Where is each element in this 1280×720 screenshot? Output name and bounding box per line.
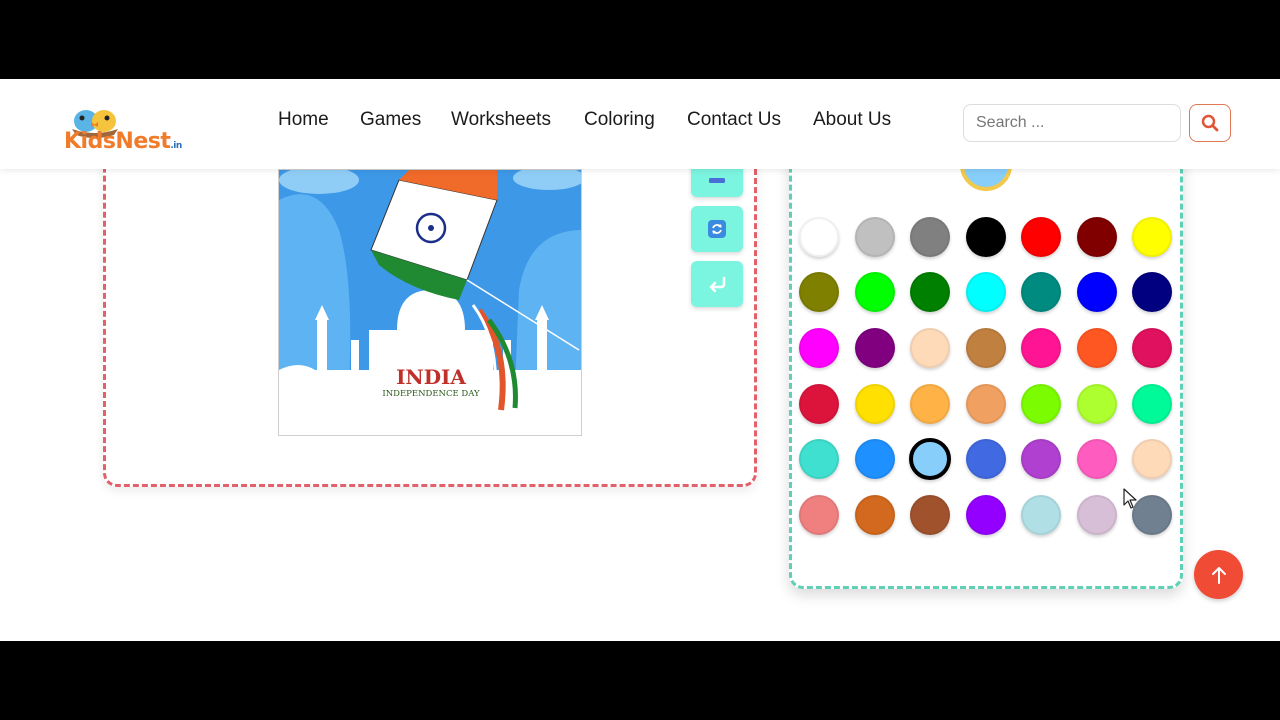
logo-wordmark[interactable]: KidsNest.in — [64, 129, 182, 154]
color-swatch[interactable] — [966, 272, 1006, 312]
color-swatch[interactable] — [1132, 328, 1172, 368]
color-swatch[interactable] — [1132, 495, 1172, 535]
india-independence-artwork: INDIA INDEPENDENCE DAY — [279, 170, 581, 435]
color-swatch[interactable] — [855, 272, 895, 312]
logo-text-suffix: .in — [170, 141, 182, 151]
color-swatch[interactable] — [1021, 384, 1061, 424]
artwork-title: INDIA — [396, 365, 466, 389]
site-header: KidsNest.in Home Games Worksheets Colori… — [0, 79, 1280, 169]
color-swatch[interactable] — [855, 495, 895, 535]
color-swatch[interactable] — [1077, 439, 1117, 479]
color-swatch[interactable] — [855, 384, 895, 424]
nav-home[interactable]: Home — [278, 109, 329, 131]
color-swatch[interactable] — [1021, 272, 1061, 312]
search-button[interactable] — [1189, 104, 1231, 142]
color-swatch[interactable] — [966, 328, 1006, 368]
color-swatch[interactable] — [1132, 384, 1172, 424]
color-swatch[interactable] — [910, 328, 950, 368]
search-icon — [1201, 114, 1219, 132]
color-swatch[interactable] — [1021, 217, 1061, 257]
nav-about-us[interactable]: About Us — [813, 109, 891, 131]
color-swatch[interactable] — [1077, 217, 1117, 257]
color-swatch[interactable] — [1077, 328, 1117, 368]
refresh-icon — [708, 220, 726, 238]
color-swatch[interactable] — [910, 217, 950, 257]
color-swatch[interactable] — [799, 272, 839, 312]
color-swatch[interactable] — [799, 495, 839, 535]
color-swatch[interactable] — [1132, 217, 1172, 257]
nav-games[interactable]: Games — [360, 109, 421, 131]
logo-text-main: KidsNest — [64, 129, 171, 154]
color-swatch[interactable] — [910, 272, 950, 312]
coloring-canvas[interactable]: INDIA INDEPENDENCE DAY — [278, 169, 582, 436]
color-swatch[interactable] — [966, 384, 1006, 424]
color-swatch[interactable] — [799, 384, 839, 424]
color-swatch[interactable] — [1077, 272, 1117, 312]
artwork-subtitle: INDEPENDENCE DAY — [382, 389, 480, 399]
color-swatch[interactable] — [910, 384, 950, 424]
color-swatch[interactable] — [966, 495, 1006, 535]
color-swatch[interactable] — [1077, 495, 1117, 535]
arrow-up-icon — [1211, 566, 1226, 584]
undo-button[interactable] — [691, 261, 743, 307]
color-swatch[interactable] — [1132, 272, 1172, 312]
color-swatch[interactable] — [799, 217, 839, 257]
color-swatch[interactable] — [799, 439, 839, 479]
reset-button[interactable] — [691, 206, 743, 252]
nav-coloring[interactable]: Coloring — [584, 109, 655, 131]
scroll-to-top-button[interactable] — [1194, 550, 1243, 599]
color-swatch[interactable] — [1021, 495, 1061, 535]
undo-icon — [709, 276, 726, 293]
nav-contact-us[interactable]: Contact Us — [687, 109, 781, 131]
color-swatch[interactable] — [855, 328, 895, 368]
color-swatch[interactable] — [1132, 439, 1172, 479]
color-swatch[interactable] — [1021, 328, 1061, 368]
color-swatch[interactable] — [909, 438, 951, 480]
color-swatch[interactable] — [1077, 384, 1117, 424]
page: KidsNest.in Home Games Worksheets Colori… — [0, 79, 1280, 641]
color-swatch[interactable] — [1021, 439, 1061, 479]
search-input[interactable] — [963, 104, 1181, 142]
color-swatch[interactable] — [799, 328, 839, 368]
color-swatch[interactable] — [855, 439, 895, 479]
nav-worksheets[interactable]: Worksheets — [451, 109, 551, 131]
color-swatch[interactable] — [966, 439, 1006, 479]
color-swatch[interactable] — [910, 495, 950, 535]
color-swatch[interactable] — [855, 217, 895, 257]
color-swatch[interactable] — [966, 217, 1006, 257]
